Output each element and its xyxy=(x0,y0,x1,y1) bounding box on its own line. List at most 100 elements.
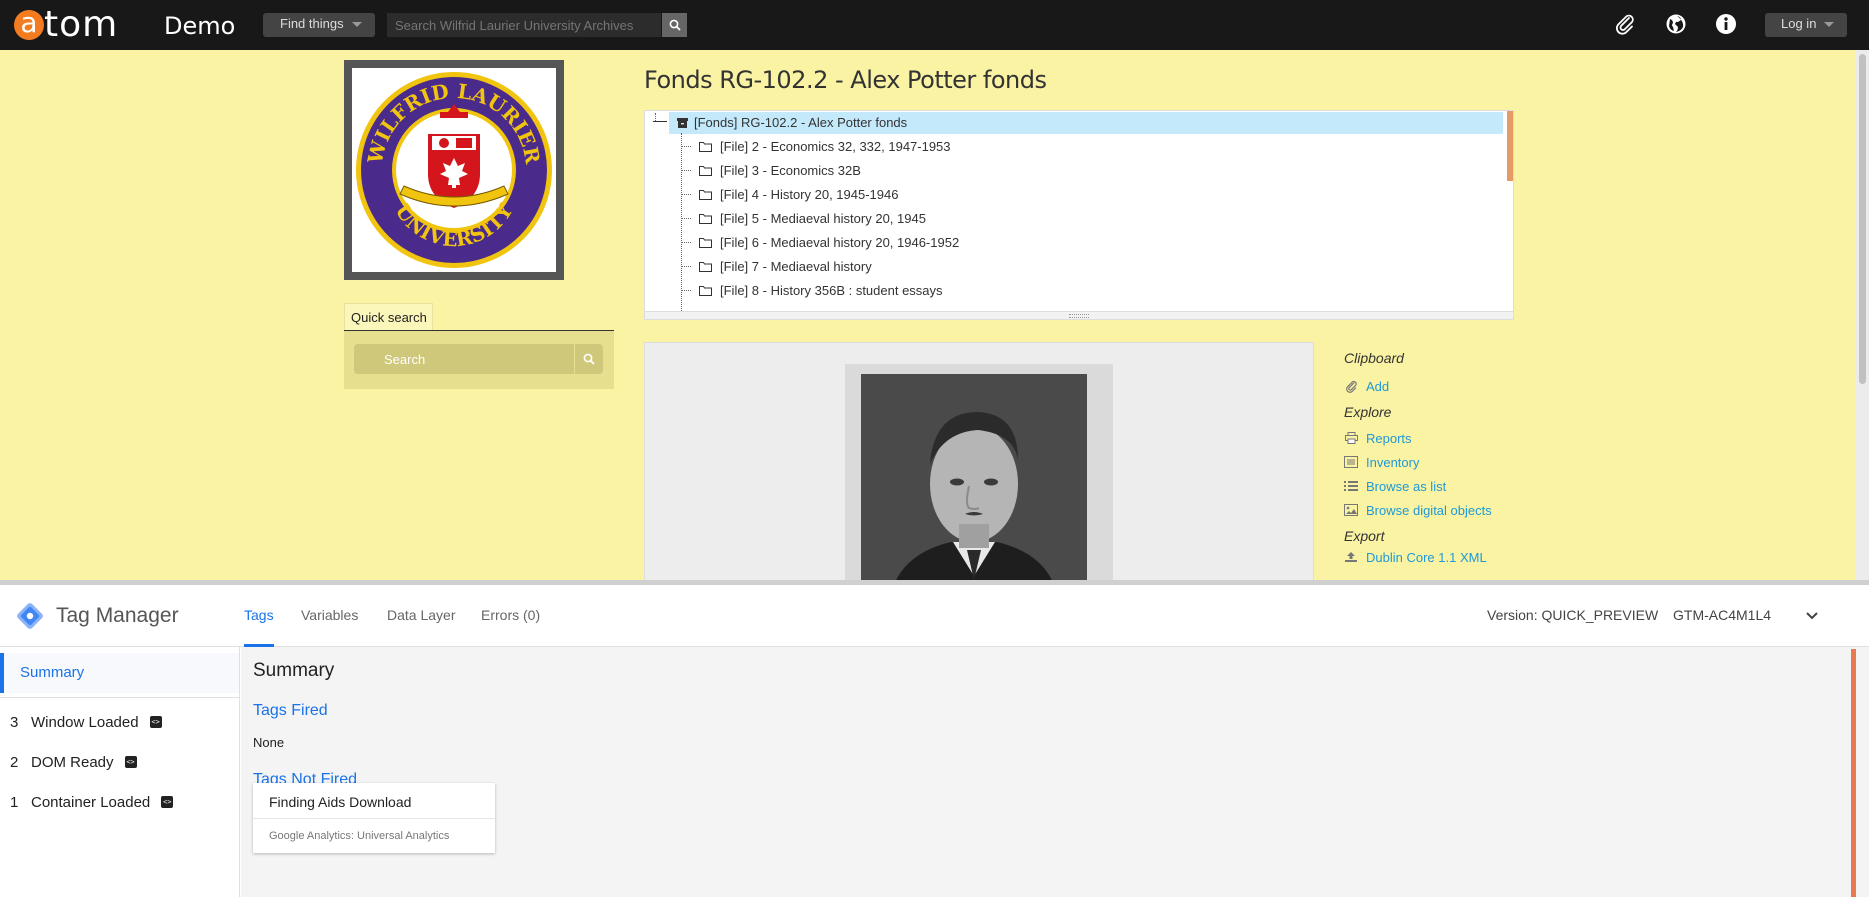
clipboard-add-link[interactable]: Add xyxy=(1344,374,1544,398)
image-icon xyxy=(1344,503,1358,517)
browse-digital-label: Browse digital objects xyxy=(1366,502,1492,518)
quick-search-input[interactable]: Search xyxy=(354,344,574,374)
scrollbar-thumb[interactable] xyxy=(1859,54,1866,384)
event-number: 3 xyxy=(10,713,19,731)
code-icon: <> xyxy=(149,716,162,728)
archive-box-icon xyxy=(677,118,688,128)
tm-title: Tag Manager xyxy=(56,604,179,627)
tm-main-content: Summary Tags Fired None Tags Not Fired F… xyxy=(241,647,1869,897)
reports-label: Reports xyxy=(1366,430,1412,446)
repository-logo[interactable]: WILFRID LAURIER UNIVERSITY xyxy=(344,60,564,280)
tags-fired-heading: Tags Fired xyxy=(253,702,328,719)
university-seal: WILFRID LAURIER UNIVERSITY xyxy=(352,68,556,272)
chevron-down-icon[interactable] xyxy=(1804,607,1820,623)
caret-down-icon xyxy=(351,22,362,28)
search-button[interactable] xyxy=(662,13,687,37)
tree-root-label: [Fonds] RG-102.2 - Alex Potter fonds xyxy=(694,115,908,130)
globe-icon xyxy=(1666,14,1686,34)
printer-icon xyxy=(1344,431,1358,445)
inventory-label: Inventory xyxy=(1366,454,1420,470)
upload-icon xyxy=(1344,550,1358,564)
inventory-link[interactable]: Inventory xyxy=(1344,450,1544,474)
tag-card-type: Google Analytics: Universal Analytics xyxy=(253,818,495,853)
find-things-dropdown[interactable]: Find things xyxy=(263,13,375,37)
quick-search-tab[interactable]: Quick search xyxy=(344,303,433,331)
tab-variables[interactable]: Variables xyxy=(301,585,358,647)
tree-item[interactable]: [File] 4 - History 20, 1945-1946 xyxy=(699,183,898,205)
page-title: Fonds RG-102.2 - Alex Potter fonds xyxy=(644,66,1047,94)
tree-connector xyxy=(681,194,691,195)
tm-summary-item[interactable]: Summary xyxy=(0,653,239,693)
event-number: 1 xyxy=(10,793,19,811)
browse-list-link[interactable]: Browse as list xyxy=(1344,474,1544,498)
global-search-input[interactable] xyxy=(387,13,661,37)
divider xyxy=(0,697,239,698)
tm-event-item[interactable]: 1 Container Loaded <> xyxy=(10,791,174,813)
dublin-core-link[interactable]: Dublin Core 1.1 XML xyxy=(1344,550,1544,564)
clipboard-button[interactable] xyxy=(1613,12,1637,36)
tm-event-item[interactable]: 2 DOM Ready <> xyxy=(10,751,137,773)
event-label: Window Loaded xyxy=(31,713,139,731)
tree-root-fonds[interactable]: [Fonds] RG-102.2 - Alex Potter fonds xyxy=(669,112,1503,134)
event-label: Container Loaded xyxy=(31,793,151,811)
tm-summary-heading: Summary xyxy=(253,660,335,681)
find-things-label: Find things xyxy=(280,16,344,31)
tree-item-label: [File] 2 - Economics 32, 332, 1947-1953 xyxy=(720,138,951,154)
export-heading: Export xyxy=(1344,528,1385,544)
about-button[interactable] xyxy=(1714,12,1738,36)
logo-text: tom xyxy=(44,4,119,45)
tree-item[interactable]: [File] 5 - Mediaeval history 20, 1945 xyxy=(699,207,926,229)
tree-item[interactable]: [File] 2 - Economics 32, 332, 1947-1953 xyxy=(699,135,951,157)
reports-link[interactable]: Reports xyxy=(1344,426,1544,450)
photo-frame[interactable] xyxy=(845,364,1113,581)
tag-card-title: Finding Aids Download xyxy=(269,794,412,810)
code-icon: <> xyxy=(124,756,137,768)
tree-connector xyxy=(655,113,663,121)
quick-search-button[interactable] xyxy=(574,344,603,374)
search-icon xyxy=(583,353,595,365)
tree-item[interactable]: [File] 7 - Mediaeval history xyxy=(699,255,872,277)
tm-version: Version: QUICK_PREVIEW xyxy=(1487,607,1659,623)
grip-icon xyxy=(1069,314,1089,318)
paperclip-icon xyxy=(1344,379,1358,393)
tab-tags[interactable]: Tags xyxy=(244,585,274,647)
tab-data-layer[interactable]: Data Layer xyxy=(387,585,455,647)
info-icon xyxy=(1716,14,1736,34)
folder-icon xyxy=(699,285,712,296)
tree-scrollbar[interactable] xyxy=(1507,111,1513,181)
top-navbar: a tom Demo Find things Log in xyxy=(0,0,1869,50)
portrait-image xyxy=(861,374,1087,581)
browse-digital-objects-link[interactable]: Browse digital objects xyxy=(1344,498,1544,522)
quick-search-box: Search xyxy=(344,331,614,389)
folder-icon xyxy=(699,261,712,272)
tree-resize-handle[interactable] xyxy=(645,311,1513,319)
tree-item-label: [File] 8 - History 356B : student essays xyxy=(720,282,943,298)
folder-icon xyxy=(699,165,712,176)
digital-object-panel xyxy=(644,342,1314,582)
tm-event-item[interactable]: 3 Window Loaded <> xyxy=(10,711,162,733)
tm-scrollbar[interactable] xyxy=(1851,649,1856,897)
tree-connector xyxy=(681,218,691,219)
site-name[interactable]: Demo xyxy=(164,12,235,40)
folder-icon xyxy=(699,141,712,152)
tree-item[interactable]: [File] 8 - History 356B : student essays xyxy=(699,279,943,301)
language-button[interactable] xyxy=(1664,12,1688,36)
university-seal-image: WILFRID LAURIER UNIVERSITY xyxy=(356,72,552,268)
collapse-icon[interactable] xyxy=(653,121,667,122)
treeview: [Fonds] RG-102.2 - Alex Potter fonds [Fi… xyxy=(644,110,1514,320)
tab-errors[interactable]: Errors (0) xyxy=(481,585,540,647)
browse-list-label: Browse as list xyxy=(1366,478,1447,494)
tags-fired-value: None xyxy=(253,735,285,750)
folder-icon xyxy=(699,189,712,200)
tree-connector xyxy=(681,290,691,291)
tree-item[interactable]: [File] 6 - Mediaeval history 20, 1946-19… xyxy=(699,231,959,253)
page-scrollbar[interactable] xyxy=(1856,50,1869,580)
portrait-photo xyxy=(861,374,1087,581)
tree-item[interactable]: [File] 3 - Economics 32B xyxy=(699,159,861,181)
login-button[interactable]: Log in xyxy=(1765,13,1847,37)
login-label: Log in xyxy=(1781,16,1817,31)
tm-event-sidebar: Summary 3 Window Loaded <> 2 DOM Ready <… xyxy=(0,647,240,897)
tag-manager-logo-icon xyxy=(17,603,43,629)
tag-card[interactable]: Finding Aids Download Google Analytics: … xyxy=(253,783,495,853)
atom-logo[interactable]: a tom xyxy=(14,2,118,48)
